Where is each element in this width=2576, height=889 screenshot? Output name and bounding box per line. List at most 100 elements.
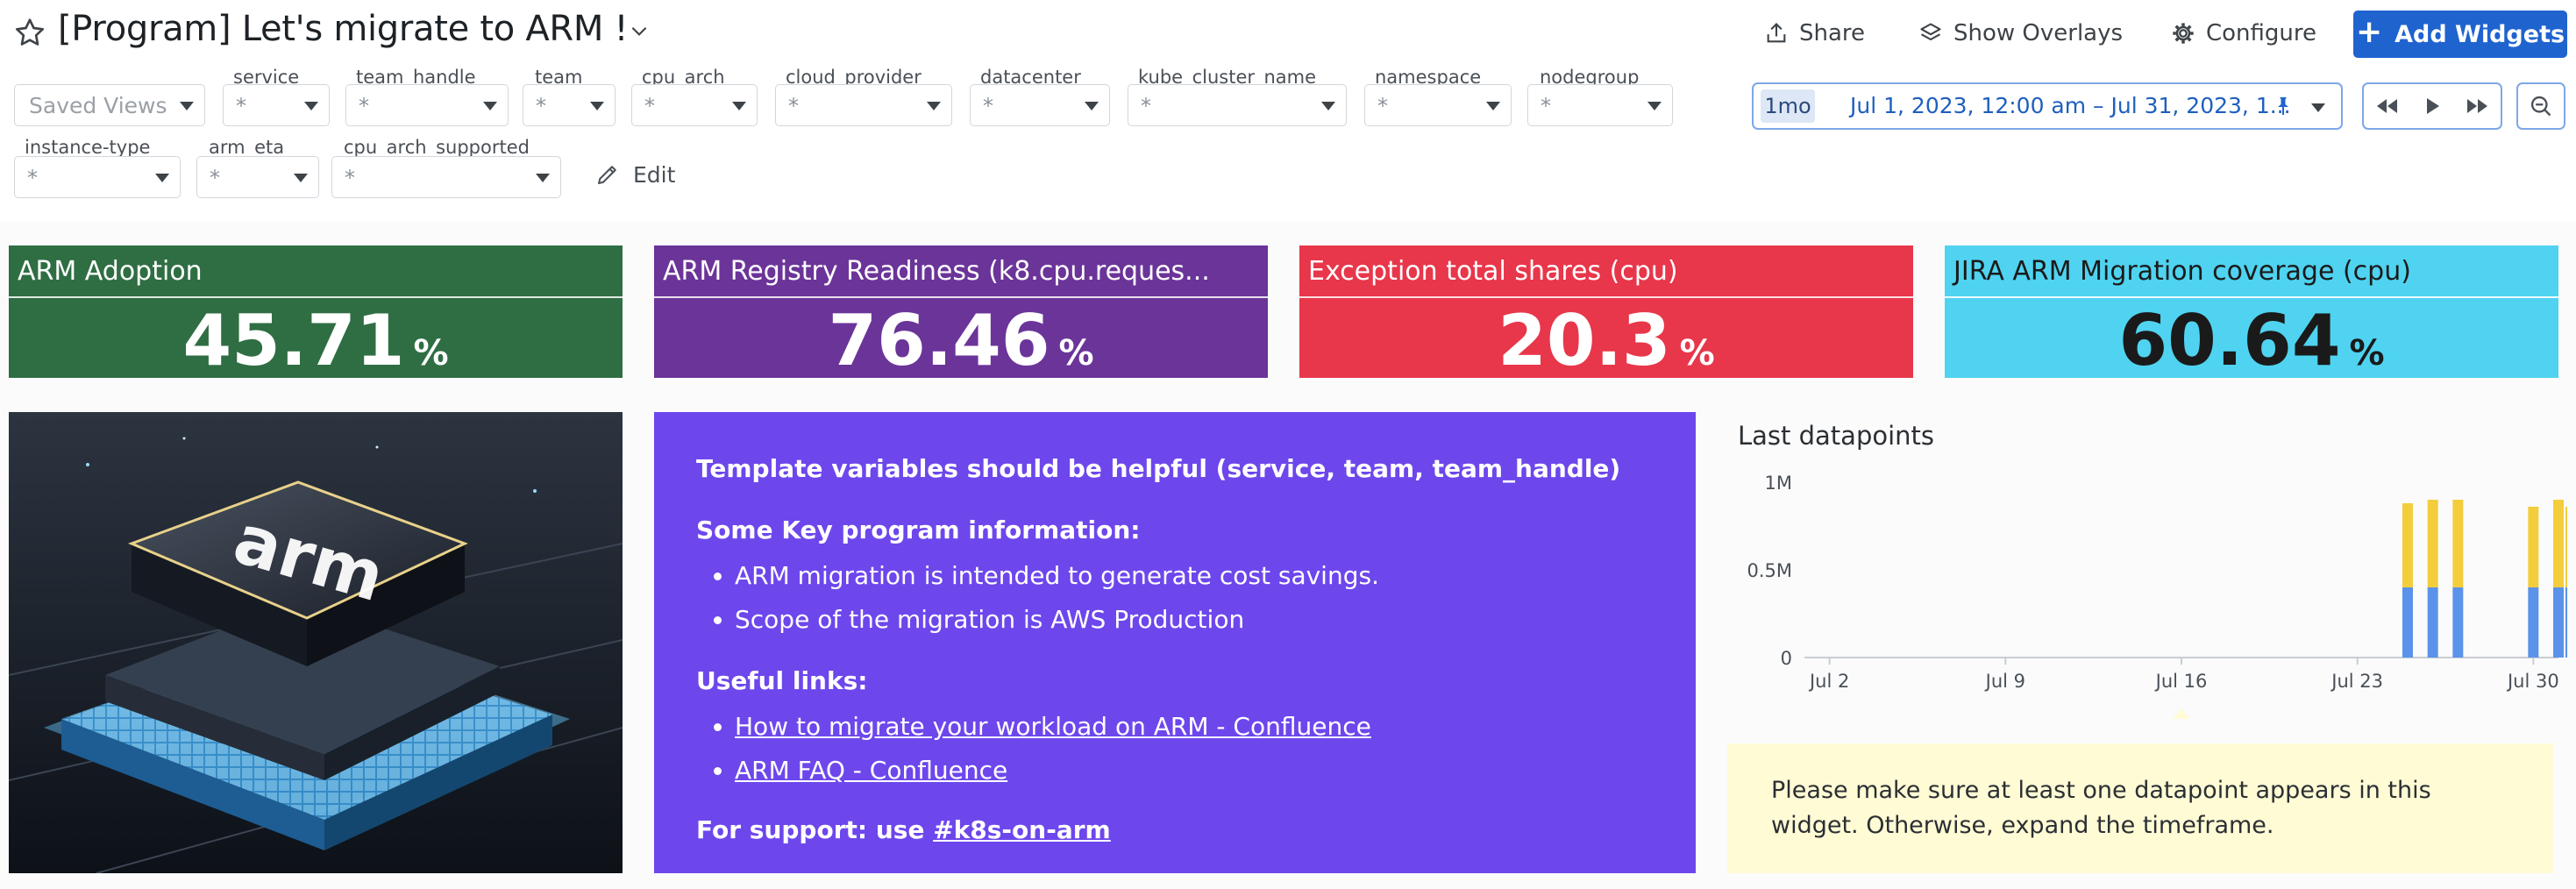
template-var-value: * — [27, 166, 38, 190]
caret-down-icon — [1647, 102, 1662, 110]
template-var-kube-cluster-name[interactable]: * — [1128, 84, 1347, 126]
widget-title: ARM Registry Readiness (k8.cpu.reques... — [663, 256, 1210, 287]
support-line: For support: use #k8s-on-arm — [696, 808, 1654, 852]
widget-title: Last datapoints — [1738, 421, 1935, 451]
dashboard-title[interactable]: [Program] Let's migrate to ARM ! — [58, 9, 629, 49]
template-var-datacenter[interactable]: * — [970, 84, 1110, 126]
template-var-team-handle[interactable]: * — [345, 84, 509, 126]
widget-unit: % — [1058, 333, 1094, 373]
template-var-cloud-provider[interactable]: * — [775, 84, 952, 126]
bar-chart: 0 0.5M 1M Jul 2 Jul 9 Jul 16 Jul 23 Jul 30 — [1747, 473, 2567, 719]
caret-down-icon — [1085, 102, 1099, 110]
caret-down-icon — [304, 102, 318, 110]
time-span-badge: 1mo — [1761, 89, 1815, 123]
caret-down-icon — [927, 102, 941, 110]
bar-segment — [2553, 587, 2564, 658]
bar-segment — [2452, 500, 2464, 587]
caret-down-icon — [1321, 102, 1335, 110]
caret-down-icon[interactable] — [2311, 103, 2325, 112]
fast-forward-icon — [2467, 99, 2487, 113]
caret-down-icon — [536, 174, 550, 182]
datapoint-warning-note: Please make sure at least one datapoint … — [1727, 743, 2553, 873]
template-var-arm-eta[interactable]: * — [196, 156, 319, 198]
widget-value: 20.3 — [1498, 300, 1671, 381]
x-tick-label: Jul 2 — [1808, 671, 1849, 692]
play-icon — [2427, 98, 2439, 114]
configure-button[interactable]: Configure — [2171, 14, 2316, 53]
links-list: How to migrate your workload on ARM - Co… — [696, 705, 1654, 793]
query-value-widget[interactable]: JIRA ARM Migration coverage (cpu) 60.64% — [1945, 245, 2558, 381]
links-heading: Useful links: — [696, 666, 868, 695]
widget-value-row: 45.71% — [9, 302, 623, 393]
template-var-cpu-arch[interactable]: * — [631, 84, 758, 126]
template-var-value: * — [210, 166, 220, 190]
add-widgets-label: Add Widgets — [2395, 20, 2565, 48]
bar-segment — [2427, 500, 2438, 587]
template-var-instance-type[interactable]: * — [14, 156, 181, 198]
tooltip-pointer — [2173, 708, 2190, 719]
template-var-value: * — [1541, 94, 1551, 118]
bar-segment — [2565, 587, 2567, 658]
show-overlays-button[interactable]: Show Overlays — [1918, 14, 2123, 53]
pin-icon[interactable] — [2273, 95, 2294, 117]
bar-segment — [2528, 587, 2539, 658]
template-var-namespace[interactable]: * — [1364, 84, 1512, 126]
caret-down-icon — [732, 102, 746, 110]
confluence-faq-link[interactable]: ARM FAQ - Confluence — [735, 756, 1007, 785]
bar-segment — [2402, 587, 2413, 658]
gear-icon — [2173, 23, 2194, 44]
program-info-note: Template variables should be helpful (se… — [654, 412, 1696, 873]
fast-forward-button[interactable] — [2455, 84, 2501, 128]
widget-value: 60.64 — [2118, 300, 2341, 381]
widget-title: JIRA ARM Migration coverage (cpu) — [1953, 256, 2411, 287]
slack-channel-link[interactable]: #k8s-on-arm — [933, 815, 1111, 844]
widget-unit: % — [1679, 333, 1715, 373]
list-item: ARM migration is intended to generate co… — [735, 554, 1654, 598]
edit-template-vars-button[interactable]: Edit — [594, 161, 675, 188]
favorite-star-icon[interactable] — [12, 16, 47, 51]
template-var-value: * — [1141, 94, 1151, 118]
confluence-migrate-link[interactable]: How to migrate your workload on ARM - Co… — [735, 712, 1371, 741]
share-icon — [1767, 23, 1786, 43]
rewind-button[interactable] — [2364, 84, 2409, 128]
arm-chip-illustration: arm — [9, 412, 623, 873]
query-value-widget[interactable]: Exception total shares (cpu) 20.3% — [1299, 245, 1913, 381]
y-tick-label: 0.5M — [1747, 560, 1792, 581]
template-var-cpu-arch-supported[interactable]: * — [331, 156, 561, 198]
x-tick-label: Jul 30 — [2506, 671, 2559, 692]
bar-segment — [2565, 507, 2567, 587]
template-var-value: * — [983, 94, 993, 118]
zoom-out-button[interactable] — [2516, 82, 2565, 130]
template-var-nodegroup[interactable]: * — [1527, 84, 1673, 126]
query-value-widget[interactable]: ARM Adoption 45.71% — [9, 245, 623, 380]
template-var-value: * — [236, 94, 246, 118]
saved-views-dropdown[interactable]: Saved Views — [14, 84, 205, 126]
layers-icon — [1920, 23, 1941, 41]
bar-segment — [2528, 507, 2539, 587]
title-divider — [654, 296, 1268, 298]
widget-value: 45.71 — [182, 300, 405, 381]
x-tick-label: Jul 23 — [2330, 671, 2383, 692]
caret-down-icon — [294, 174, 308, 182]
caret-down-icon — [155, 174, 169, 182]
key-info-list: ARM migration is intended to generate co… — [696, 554, 1654, 642]
configure-label: Configure — [2206, 20, 2317, 46]
plus-icon: + — [2355, 14, 2383, 50]
title-divider — [1299, 296, 1913, 298]
query-value-widget[interactable]: ARM Registry Readiness (k8.cpu.reques...… — [654, 245, 1268, 380]
chevron-down-icon[interactable] — [628, 19, 651, 42]
time-picker[interactable]: 1mo Jul 1, 2023, 12:00 am – Jul 31, 2023… — [1752, 82, 2343, 130]
add-widgets-button[interactable]: + Add Widgets — [2353, 11, 2567, 58]
template-var-team[interactable]: * — [523, 84, 616, 126]
pencil-icon — [598, 166, 616, 184]
caret-down-icon — [180, 102, 194, 110]
caret-down-icon — [483, 102, 497, 110]
bar-segment — [2402, 503, 2413, 587]
template-var-value: * — [1377, 94, 1388, 118]
share-button[interactable]: Share — [1764, 14, 1865, 53]
note-heading: Template variables should be helpful (se… — [696, 454, 1621, 483]
play-button[interactable] — [2409, 84, 2455, 128]
bar-segment — [2452, 587, 2464, 658]
template-var-service[interactable]: * — [223, 84, 330, 126]
x-tick-label: Jul 9 — [1984, 671, 2025, 692]
